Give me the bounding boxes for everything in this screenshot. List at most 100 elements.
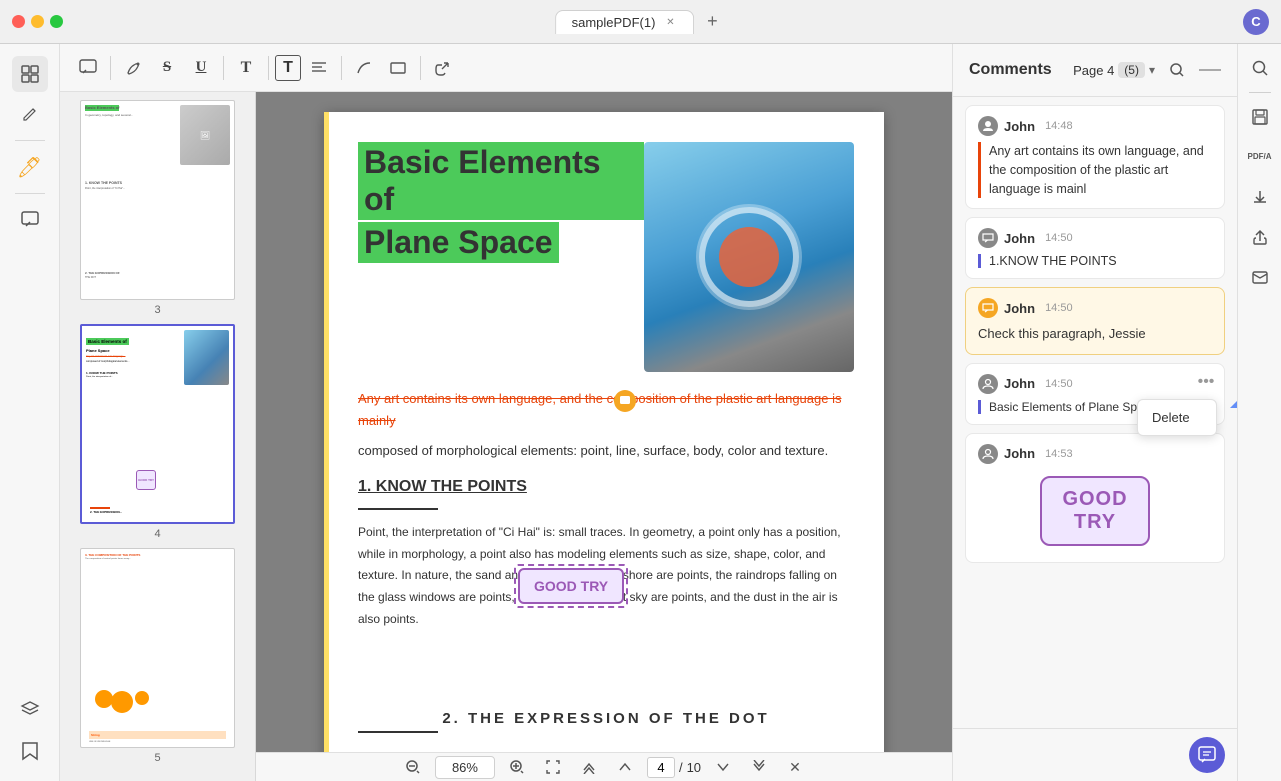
link-toolbar-btn[interactable] <box>427 52 459 84</box>
text-format-btn[interactable]: T <box>275 55 301 81</box>
scroll-up-button[interactable] <box>611 753 639 781</box>
tab-pdf[interactable]: samplePDF(1) ✕ <box>555 10 695 34</box>
pdfa-panel-btn[interactable]: PDF/A <box>1244 141 1276 173</box>
comment-1-name: John <box>1004 119 1035 134</box>
share-panel-btn[interactable] <box>1244 221 1276 253</box>
thumbnail-page-5[interactable]: 3. THE COMPOSITION OF THE POINTS The com… <box>80 548 235 764</box>
save-panel-btn[interactable] <box>1244 101 1276 133</box>
thumbnail-page-4[interactable]: Basic Elements of Plane Space Any art co… <box>80 324 235 540</box>
comment-5-avatar <box>978 444 998 464</box>
sidebar-item-highlight[interactable]: 🖊 <box>12 149 48 185</box>
close-button[interactable] <box>12 15 25 28</box>
delete-dropdown: Delete <box>1137 399 1217 436</box>
comment-5-time: 14:53 <box>1045 448 1073 460</box>
toolbar-divider-1 <box>110 56 111 80</box>
zoom-display[interactable]: 86% <box>435 756 495 779</box>
titlebar: samplePDF(1) ✕ + C <box>0 0 1281 44</box>
comment-4-more-btn[interactable]: ••• <box>1196 372 1216 392</box>
curve-toolbar-btn[interactable] <box>348 52 380 84</box>
right-panel-divider <box>1249 92 1271 93</box>
scroll-down-button[interactable] <box>709 753 737 781</box>
scroll-down-fast-button[interactable] <box>745 753 773 781</box>
thumbnail-panel: 🖼 Basic Elements of In geometry, topolog… <box>60 92 256 781</box>
sidebar-item-layers[interactable] <box>12 691 48 727</box>
tab-close-button[interactable]: ✕ <box>663 15 677 29</box>
zoom-out-button[interactable] <box>399 753 427 781</box>
comment-item-1[interactable]: John 14:48 Any art contains its own lang… <box>965 105 1225 209</box>
sidebar-item-annotation[interactable] <box>12 96 48 132</box>
comment-2-avatar <box>978 228 998 248</box>
comments-header: Comments Page 4 (5) ▾ <box>953 44 1237 97</box>
comment-1-text: Any art contains its own language, and t… <box>989 142 1212 198</box>
comment-4-avatar <box>978 374 998 394</box>
total-pages: 10 <box>687 760 701 775</box>
doc-section2-title: 2. THE EXPRESSION OF THE DOT <box>358 710 854 727</box>
zoom-in-button[interactable] <box>503 753 531 781</box>
pen-toolbar-btn[interactable] <box>117 52 149 84</box>
download-panel-btn[interactable] <box>1244 181 1276 213</box>
toolbar: S U T T <box>60 44 952 92</box>
text-align-btn[interactable] <box>303 52 335 84</box>
comments-list: John 14:48 Any art contains its own lang… <box>953 97 1237 728</box>
comment-item-5[interactable]: John 14:53 GOODTRY <box>965 433 1225 563</box>
strikethrough-toolbar-btn[interactable]: S <box>151 52 183 84</box>
toolbar-divider-4 <box>341 56 342 80</box>
thumb-img-3[interactable]: 🖼 Basic Elements of In geometry, topolog… <box>80 100 235 300</box>
sidebar-item-comments[interactable] <box>12 202 48 238</box>
thumb-img-5[interactable]: 3. THE COMPOSITION OF THE POINTS The com… <box>80 548 235 748</box>
comment-3-name: John <box>1004 301 1035 316</box>
comment-item-4-wrapper: John 14:50 ••• Basic Elements of Plane S… <box>965 363 1225 425</box>
comment-3-time: 14:50 <box>1045 302 1073 314</box>
sticker-good-try[interactable]: GOOD TRY <box>518 568 624 604</box>
rect-toolbar-btn[interactable] <box>382 52 414 84</box>
comment-item-3[interactable]: John 14:50 Check this paragraph, Jessie <box>965 287 1225 355</box>
page-expand-btn[interactable]: ▾ <box>1149 63 1155 77</box>
comments-title: Comments <box>969 61 1052 79</box>
thumb-img-4[interactable]: Basic Elements of Plane Space Any art co… <box>80 324 235 524</box>
thumb-page-num-3: 3 <box>154 304 160 316</box>
underline-toolbar-btn[interactable]: U <box>185 52 217 84</box>
text-toolbar-btn[interactable]: T <box>230 52 262 84</box>
add-comment-button[interactable] <box>1189 737 1225 773</box>
thumbnail-page-3[interactable]: 🖼 Basic Elements of In geometry, topolog… <box>80 100 235 316</box>
comment-1-avatar <box>978 116 998 136</box>
avatar: C <box>1243 9 1269 35</box>
doc-normal-text: composed of morphological elements: poin… <box>358 440 854 462</box>
comments-search-btn[interactable] <box>1163 56 1191 84</box>
blue-arrow <box>1220 383 1237 433</box>
comment-2-header: John 14:50 <box>978 228 1212 248</box>
comment-1-ref-bar: Any art contains its own language, and t… <box>978 142 1212 198</box>
comments-header-right: Page 4 (5) ▾ <box>1073 56 1221 84</box>
comments-collapse-btn[interactable] <box>1199 69 1221 71</box>
doc-title-line2: Plane Space <box>358 222 559 263</box>
sidebar-item-bookmark[interactable] <box>12 733 48 769</box>
sidebar-item-thumbnails[interactable] <box>12 56 48 92</box>
close-bottom-button[interactable]: ✕ <box>781 753 809 781</box>
comment-2-ref-text: 1.KNOW THE POINTS <box>989 254 1212 268</box>
main-area: 🖊 S U T T <box>0 44 1281 781</box>
doc-section1-title: 1. KNOW THE POINTS <box>358 478 854 496</box>
sidebar-divider-2 <box>15 193 45 194</box>
delete-button[interactable]: Delete <box>1138 404 1216 431</box>
fit-page-button[interactable] <box>539 753 567 781</box>
doc-comment-bubble[interactable] <box>614 390 636 412</box>
maximize-button[interactable] <box>50 15 63 28</box>
comment-5-sticker: GOODTRY <box>1040 476 1149 546</box>
doc-strikethrough-text: Any art contains its own language, and t… <box>358 388 854 432</box>
comment-toolbar-btn[interactable] <box>72 52 104 84</box>
comment-5-header: John 14:53 <box>978 444 1212 464</box>
page-input[interactable] <box>647 757 675 778</box>
scroll-up-fast-button[interactable] <box>575 753 603 781</box>
mail-panel-btn[interactable] <box>1244 261 1276 293</box>
comment-4-name: John <box>1004 376 1035 391</box>
page-viewer[interactable]: Basic Elements of Plane Space <box>256 92 952 781</box>
comment-2-time: 14:50 <box>1045 232 1073 244</box>
comment-3-header: John 14:50 <box>978 298 1212 318</box>
comment-3-avatar <box>978 298 998 318</box>
minimize-button[interactable] <box>31 15 44 28</box>
comment-item-2[interactable]: John 14:50 1.KNOW THE POINTS <box>965 217 1225 279</box>
search-panel-btn[interactable] <box>1244 52 1276 84</box>
sticker-overlay-selected[interactable]: GOOD TRY <box>514 564 628 608</box>
new-tab-button[interactable]: + <box>698 8 726 36</box>
comment-1-time: 14:48 <box>1045 120 1073 132</box>
